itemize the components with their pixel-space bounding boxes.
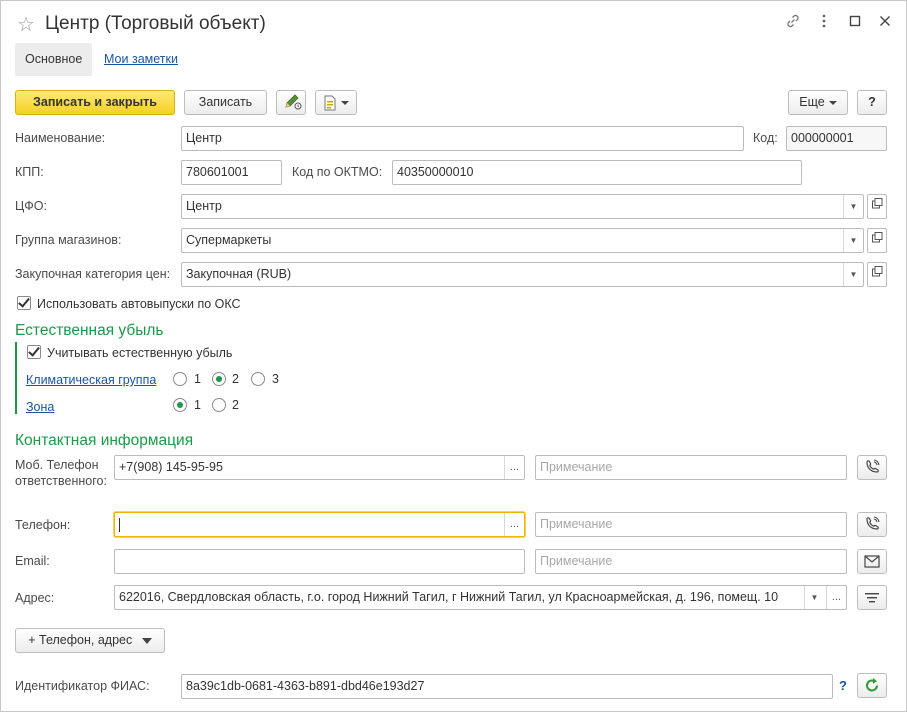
code-label: Код: xyxy=(753,131,778,145)
tab-my-notes[interactable]: Мои заметки xyxy=(94,43,188,76)
section-divider xyxy=(15,342,17,414)
mobile-phone-label: Моб. Телефон ответственного: xyxy=(15,458,107,488)
address-menu-button[interactable] xyxy=(857,585,887,610)
open-form-icon xyxy=(871,232,882,243)
chevron-down-icon[interactable]: ▼ xyxy=(843,229,863,252)
email-label: Email: xyxy=(15,554,50,568)
more-icon[interactable] xyxy=(821,13,827,32)
cfo-value: Центр xyxy=(186,199,222,213)
link-icon[interactable] xyxy=(785,13,801,32)
chevron-down-icon xyxy=(341,100,349,105)
chevron-down-icon[interactable]: ▼ xyxy=(843,263,863,286)
name-field[interactable]: Центр xyxy=(181,126,744,151)
more-actions-label: Еще xyxy=(799,95,825,109)
report-dropdown-button[interactable] xyxy=(315,90,357,115)
select-ellipsis-button[interactable]: ... xyxy=(504,513,524,536)
climate-group-link[interactable]: Климатическая группа xyxy=(26,373,156,387)
more-actions-button[interactable]: Еще xyxy=(788,90,848,115)
mail-icon xyxy=(864,555,880,568)
kpp-field[interactable]: 780601001 xyxy=(181,160,282,185)
zone-radio-2-label: 2 xyxy=(232,398,239,412)
code-field[interactable]: 000000001 xyxy=(786,126,887,151)
address-label: Адрес: xyxy=(15,591,55,605)
add-phone-address-label: + Телефон, адрес xyxy=(28,633,133,647)
favorite-star-icon[interactable]: ☆ xyxy=(17,12,35,37)
phone-icon xyxy=(866,459,880,473)
close-icon[interactable] xyxy=(879,14,891,30)
fias-field[interactable]: 8a39c1db-0681-4363-b891-dbd46e193d27 xyxy=(181,674,833,699)
zone-radio-2[interactable] xyxy=(212,398,226,412)
contacts-heading: Контактная информация xyxy=(15,432,194,449)
price-category-select[interactable]: Закупочная (RUB) ▼ xyxy=(181,262,864,287)
kpp-label: КПП: xyxy=(15,165,44,179)
menu-lines-icon xyxy=(865,593,879,603)
autorelease-checkbox[interactable] xyxy=(17,295,31,310)
save-and-close-button[interactable]: Записать и закрыть xyxy=(15,90,175,115)
open-price-category-button[interactable] xyxy=(867,262,887,287)
cfo-select[interactable]: Центр ▼ xyxy=(181,194,864,219)
natural-loss-heading: Естественная убыль xyxy=(15,322,164,339)
send-email-button[interactable] xyxy=(857,549,887,574)
save-button[interactable]: Записать xyxy=(184,90,267,115)
phone-note-field[interactable]: Примечание xyxy=(535,512,847,537)
form-window: ☆ Центр (Торговый объект) Основное Мои з… xyxy=(0,0,907,712)
consider-natural-loss-checkbox[interactable] xyxy=(27,344,41,359)
climate-radio-1-label: 1 xyxy=(194,372,201,386)
select-ellipsis-button[interactable]: ... xyxy=(504,456,524,479)
maximize-icon[interactable] xyxy=(849,14,861,30)
call-mobile-button[interactable] xyxy=(857,455,887,480)
address-value: 622016, Свердловская область, г.о. город… xyxy=(119,590,779,604)
phone-label: Телефон: xyxy=(15,518,71,532)
chevron-down-icon[interactable]: ▼ xyxy=(804,586,824,609)
address-field[interactable]: 622016, Свердловская область, г.о. город… xyxy=(114,585,847,610)
autorelease-label: Использовать автовыпуски по ОКС xyxy=(37,297,241,311)
fias-label: Идентификатор ФИАС: xyxy=(15,679,150,693)
price-category-label: Закупочная категория цен: xyxy=(15,267,171,281)
call-phone-button[interactable] xyxy=(857,512,887,537)
refresh-icon xyxy=(866,678,878,692)
open-form-icon xyxy=(871,266,882,277)
oktmo-field[interactable]: 40350000010 xyxy=(392,160,802,185)
oktmo-label: Код по ОКТМО: xyxy=(292,165,383,179)
consider-natural-loss-label: Учитывать естественную убыль xyxy=(47,346,233,360)
price-category-value: Закупочная (RUB) xyxy=(186,267,292,281)
climate-radio-2[interactable] xyxy=(212,372,226,386)
open-form-icon xyxy=(871,198,882,209)
email-note-field[interactable]: Примечание xyxy=(535,549,847,574)
open-cfo-button[interactable] xyxy=(867,194,887,219)
open-store-group-button[interactable] xyxy=(867,228,887,253)
climate-radio-3[interactable] xyxy=(251,372,265,386)
zone-link[interactable]: Зона xyxy=(26,400,54,414)
pencil-icon xyxy=(285,94,302,110)
email-field[interactable] xyxy=(114,549,525,574)
tab-main[interactable]: Основное xyxy=(15,43,93,76)
phone-field[interactable]: ... xyxy=(114,512,525,537)
chevron-down-icon[interactable]: ▼ xyxy=(843,195,863,218)
store-group-label: Группа магазинов: xyxy=(15,233,122,247)
refresh-fias-button[interactable] xyxy=(857,673,887,698)
report-icon xyxy=(324,95,336,111)
mobile-phone-note-field[interactable]: Примечание xyxy=(535,455,847,480)
chevron-down-icon xyxy=(141,637,152,644)
mobile-phone-field[interactable]: +7(908) 145-95-95 ... xyxy=(114,455,525,480)
fias-help-icon[interactable]: ? xyxy=(839,678,847,693)
help-button[interactable]: ? xyxy=(857,90,887,115)
select-ellipsis-button[interactable]: ... xyxy=(826,586,846,609)
cfo-label: ЦФО: xyxy=(15,199,47,213)
zone-radio-1-label: 1 xyxy=(194,398,201,412)
store-group-select[interactable]: Супермаркеты ▼ xyxy=(181,228,864,253)
climate-radio-2-label: 2 xyxy=(232,372,239,386)
edit-button[interactable] xyxy=(276,90,306,115)
chevron-down-icon xyxy=(828,100,837,105)
store-group-value: Супермаркеты xyxy=(186,233,272,247)
mobile-phone-value: +7(908) 145-95-95 xyxy=(119,460,223,474)
zone-radio-1[interactable] xyxy=(173,398,187,412)
climate-radio-1[interactable] xyxy=(173,372,187,386)
climate-radio-3-label: 3 xyxy=(272,372,279,386)
text-cursor xyxy=(119,517,120,532)
phone-icon xyxy=(866,516,880,530)
name-label: Наименование: xyxy=(15,131,106,145)
window-title: Центр (Торговый объект) xyxy=(45,13,266,34)
add-phone-address-button[interactable]: + Телефон, адрес xyxy=(15,628,165,653)
